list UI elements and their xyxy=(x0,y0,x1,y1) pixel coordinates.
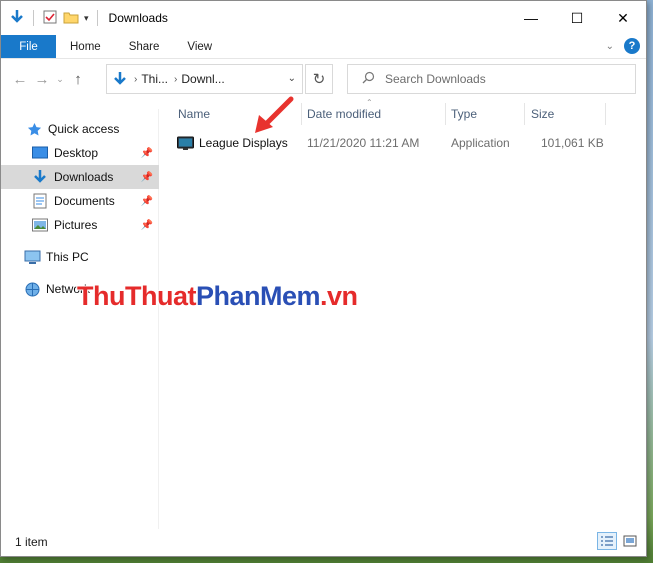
window-controls: — ☐ ✕ xyxy=(508,1,646,35)
properties-icon[interactable] xyxy=(42,9,58,28)
column-header-name[interactable]: Name xyxy=(178,101,210,127)
qat-separator xyxy=(96,10,98,26)
ribbon-right-controls: ⌄ ? xyxy=(606,38,640,54)
down-arrow-icon[interactable] xyxy=(9,9,25,28)
desktop-icon xyxy=(31,145,49,161)
breadcrumb-this-pc[interactable]: Thi... xyxy=(141,72,168,86)
file-type: Application xyxy=(451,136,510,150)
quick-access-toolbar: ▾ xyxy=(1,9,101,28)
nav-item-desktop[interactable]: Desktop 📌 xyxy=(1,141,159,165)
qat-separator xyxy=(33,10,34,26)
nav-item-downloads[interactable]: Downloads 📌 xyxy=(1,165,159,189)
details-view-icon xyxy=(601,536,613,546)
nav-item-label: Pictures xyxy=(54,218,98,232)
up-button[interactable]: ↑ xyxy=(67,68,89,90)
tab-file[interactable]: File xyxy=(1,35,56,58)
document-icon xyxy=(31,193,49,209)
item-count: 1 item xyxy=(15,535,48,549)
search-icon xyxy=(362,71,375,87)
column-divider[interactable] xyxy=(524,103,525,125)
new-folder-icon[interactable] xyxy=(63,9,79,28)
help-icon[interactable]: ? xyxy=(624,38,640,54)
annotation-arrow-icon xyxy=(255,96,294,133)
navigation-bar: ← → ⌄ ↑ › Thi... › Downl... ⌄ ↻ Search D… xyxy=(1,59,646,99)
nav-this-pc[interactable]: This PC xyxy=(1,245,159,269)
breadcrumb-downloads[interactable]: Downl... xyxy=(181,72,224,86)
forward-button[interactable]: → xyxy=(31,68,53,90)
address-dropdown-icon[interactable]: ⌄ xyxy=(288,73,296,84)
nav-item-label: This PC xyxy=(46,250,89,264)
watermark-part: PhanMem xyxy=(195,281,321,311)
network-icon xyxy=(23,281,41,297)
watermark-part: ThuThuat xyxy=(77,281,196,311)
close-button[interactable]: ✕ xyxy=(600,1,646,35)
file-date-modified: 11/21/2020 11:21 AM xyxy=(307,136,420,150)
download-icon xyxy=(31,169,49,185)
column-header-type[interactable]: Type xyxy=(451,101,477,127)
navigation-pane: Quick access Desktop 📌 Downloads 📌 Docum… xyxy=(1,109,159,529)
address-bar[interactable]: › Thi... › Downl... ⌄ xyxy=(106,64,303,94)
window-title: Downloads xyxy=(108,11,168,25)
search-placeholder: Search Downloads xyxy=(385,72,486,86)
star-icon xyxy=(25,121,43,137)
nav-item-pictures[interactable]: Pictures 📌 xyxy=(1,213,159,237)
application-icon xyxy=(177,131,194,155)
status-bar: 1 item xyxy=(1,528,646,556)
title-bar: ▾ Downloads — ☐ ✕ xyxy=(1,1,646,35)
column-divider[interactable] xyxy=(445,103,446,125)
pin-icon[interactable]: 📌 xyxy=(141,172,153,183)
nav-item-label: Desktop xyxy=(54,146,99,160)
large-icons-view-icon xyxy=(623,535,637,547)
file-row[interactable]: League Displays 11/21/2020 11:21 AM Appl… xyxy=(171,131,636,155)
file-size: 101,061 KB xyxy=(541,136,604,150)
tab-home[interactable]: Home xyxy=(56,35,115,58)
watermark-logo: ThuThuatPhanMem.vn xyxy=(77,281,358,312)
pin-icon[interactable]: 📌 xyxy=(141,148,153,159)
column-header-size[interactable]: Size xyxy=(531,101,554,127)
details-view-button[interactable] xyxy=(597,532,617,550)
nav-quick-access[interactable]: Quick access xyxy=(1,117,159,141)
pin-icon[interactable]: 📌 xyxy=(141,196,153,207)
breadcrumb-chevron-icon[interactable]: › xyxy=(134,74,137,85)
expand-ribbon-icon[interactable]: ⌄ xyxy=(606,41,614,52)
refresh-button[interactable]: ↻ xyxy=(305,64,333,94)
pictures-icon xyxy=(31,217,49,233)
nav-item-label: Downloads xyxy=(54,170,114,184)
nav-item-label: Quick access xyxy=(48,122,120,136)
large-icons-view-button[interactable] xyxy=(620,532,640,550)
ribbon-tabs: File Home Share View ⌄ ? xyxy=(1,35,646,59)
column-header-date-modified[interactable]: Date modified xyxy=(307,101,381,127)
recent-locations-button[interactable]: ⌄ xyxy=(53,68,67,90)
file-explorer-window: ▾ Downloads — ☐ ✕ File Home Share View ⌄… xyxy=(0,0,647,557)
customize-toolbar-icon[interactable]: ▾ xyxy=(84,13,89,24)
pin-icon[interactable]: 📌 xyxy=(141,220,153,231)
maximize-button[interactable]: ☐ xyxy=(554,1,600,35)
minimize-button[interactable]: — xyxy=(508,1,554,35)
column-divider[interactable] xyxy=(301,103,302,125)
computer-icon xyxy=(23,249,41,265)
watermark-part: .vn xyxy=(320,281,358,311)
column-headers: ⌃ Name Date modified Type Size xyxy=(161,98,641,127)
nav-item-documents[interactable]: Documents 📌 xyxy=(1,189,159,213)
tab-view[interactable]: View xyxy=(173,35,226,58)
nav-item-label: Documents xyxy=(54,194,115,208)
search-box[interactable]: Search Downloads xyxy=(347,64,636,94)
column-divider[interactable] xyxy=(605,103,606,125)
view-toggle-group xyxy=(597,532,640,550)
tab-share[interactable]: Share xyxy=(115,35,174,58)
back-button[interactable]: ← xyxy=(9,68,31,90)
breadcrumb-chevron-icon[interactable]: › xyxy=(174,74,177,85)
downloads-folder-icon xyxy=(112,71,128,87)
